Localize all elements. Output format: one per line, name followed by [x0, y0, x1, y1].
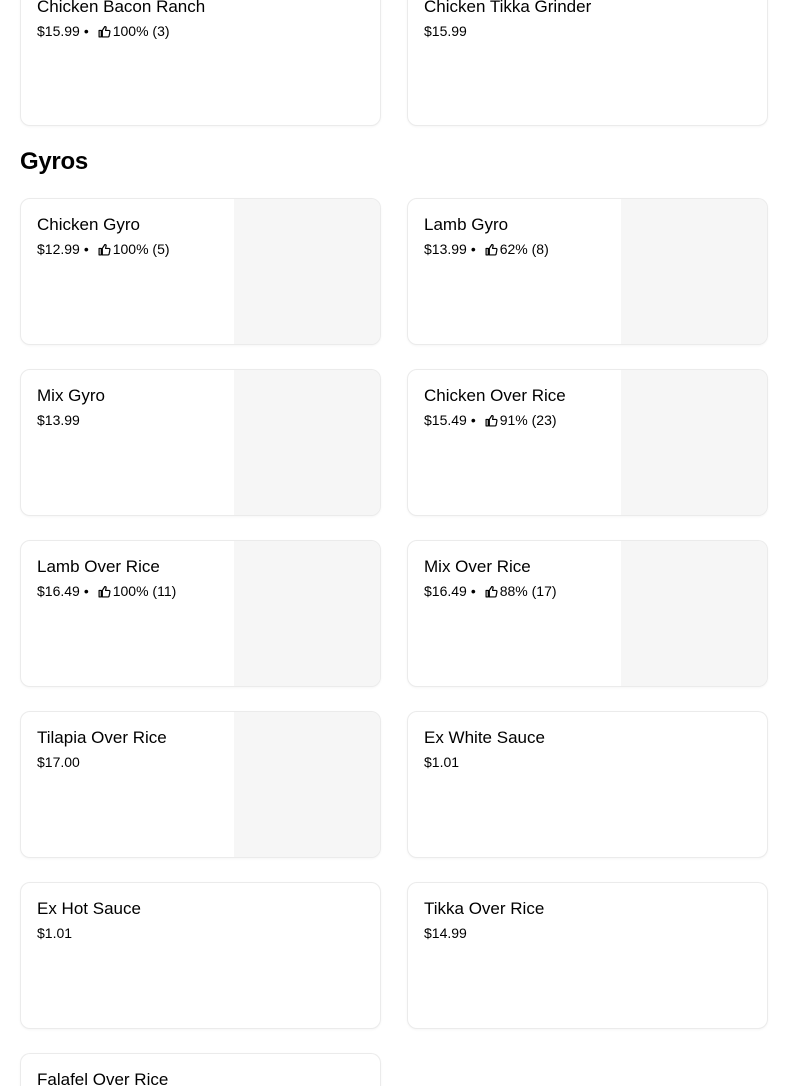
menu-item-card[interactable]: Chicken Bacon Ranch $15.99 • 100% (3) — [20, 0, 381, 126]
menu-item-card[interactable]: Ex Hot Sauce $1.01 — [20, 882, 381, 1029]
item-name: Ex White Sauce — [424, 728, 545, 747]
item-name: Lamb Over Rice — [37, 557, 160, 576]
item-image — [234, 370, 380, 515]
separator-dot: • — [83, 241, 89, 257]
item-name: Chicken Gyro — [37, 215, 140, 234]
item-name: Mix Gyro — [37, 386, 105, 405]
item-name: Tikka Over Rice — [424, 899, 545, 918]
item-price: $1.01 — [37, 925, 73, 941]
menu-item-card[interactable]: Lamb Over Rice $16.49 • 100% (11) — [20, 540, 381, 687]
menu-item-card[interactable]: Lamb Gyro $13.99 • 62% (8) — [407, 198, 768, 345]
item-price: $14.99 — [424, 925, 467, 941]
item-image — [621, 199, 767, 344]
separator-dot: • — [470, 583, 476, 599]
item-meta: $13.99 • 62% (8) — [424, 241, 549, 257]
item-rating: 100% (3) — [112, 23, 170, 39]
item-meta: $15.99 — [424, 23, 467, 39]
item-price: $15.99 — [37, 23, 80, 39]
menu-item-card[interactable]: Chicken Gyro $12.99 • 100% (5) — [20, 198, 381, 345]
menu-item-card[interactable]: Chicken Over Rice $15.49 • 91% (23) — [407, 369, 768, 516]
item-price: $13.99 — [37, 412, 80, 428]
thumbs-up-icon — [485, 585, 498, 598]
menu-item-card[interactable]: Chicken Tikka Grinder $15.99 — [407, 0, 768, 126]
item-price: $15.99 — [424, 23, 467, 39]
item-meta: $15.49 • 91% (23) — [424, 412, 557, 428]
item-rating: 88% (17) — [499, 583, 557, 599]
item-rating: 100% (5) — [112, 241, 170, 257]
item-image — [234, 199, 380, 344]
item-meta: $1.01 — [424, 754, 459, 770]
menu-item-card[interactable]: Falafel Over Rice — [20, 1053, 381, 1086]
item-image — [621, 541, 767, 686]
menu-item-card[interactable]: Mix Gyro $13.99 — [20, 369, 381, 516]
item-meta: $12.99 • 100% (5) — [37, 241, 170, 257]
item-meta: $13.99 — [37, 412, 80, 428]
item-price: $15.49 — [424, 412, 467, 428]
menu-item-card[interactable]: Mix Over Rice $16.49 • 88% (17) — [407, 540, 768, 687]
item-name: Chicken Over Rice — [424, 386, 566, 405]
item-name: Falafel Over Rice — [37, 1070, 169, 1086]
item-name: Ex Hot Sauce — [37, 899, 141, 918]
thumbs-up-icon — [485, 243, 498, 256]
separator-dot: • — [83, 583, 89, 599]
thumbs-up-icon — [98, 585, 111, 598]
item-meta: $15.99 • 100% (3) — [37, 23, 170, 39]
item-name: Chicken Bacon Ranch — [37, 0, 206, 16]
item-name: Mix Over Rice — [424, 557, 531, 576]
item-rating: 62% (8) — [499, 241, 549, 257]
separator-dot: • — [470, 412, 476, 428]
item-price: $17.00 — [37, 754, 80, 770]
item-meta: $1.01 — [37, 925, 72, 941]
item-name: Chicken Tikka Grinder — [424, 0, 592, 16]
item-image — [234, 712, 380, 857]
item-meta: $14.99 — [424, 925, 467, 941]
separator-dot: • — [83, 23, 89, 39]
item-image — [234, 541, 380, 686]
item-rating: 91% (23) — [499, 412, 557, 428]
section-title: Gyros — [20, 148, 88, 175]
thumbs-up-icon — [485, 414, 498, 427]
thumbs-up-icon — [98, 243, 111, 256]
menu-item-card[interactable]: Tilapia Over Rice $17.00 — [20, 711, 381, 858]
menu-item-card[interactable]: Ex White Sauce $1.01 — [407, 711, 768, 858]
item-price: $12.99 — [37, 241, 80, 257]
item-price: $16.49 — [424, 583, 467, 599]
item-image — [621, 370, 767, 515]
menu-item-card[interactable]: Tikka Over Rice $14.99 — [407, 882, 768, 1029]
item-meta: $16.49 • 100% (11) — [37, 583, 176, 599]
item-price: $16.49 — [37, 583, 80, 599]
thumbs-up-icon — [98, 25, 111, 38]
item-meta: $17.00 — [37, 754, 80, 770]
item-price: $1.01 — [424, 754, 460, 770]
item-rating: 100% (11) — [112, 583, 177, 599]
item-meta: $16.49 • 88% (17) — [424, 583, 557, 599]
item-price: $13.99 — [424, 241, 467, 257]
item-name: Lamb Gyro — [424, 215, 509, 234]
separator-dot: • — [470, 241, 476, 257]
item-name: Tilapia Over Rice — [37, 728, 167, 747]
